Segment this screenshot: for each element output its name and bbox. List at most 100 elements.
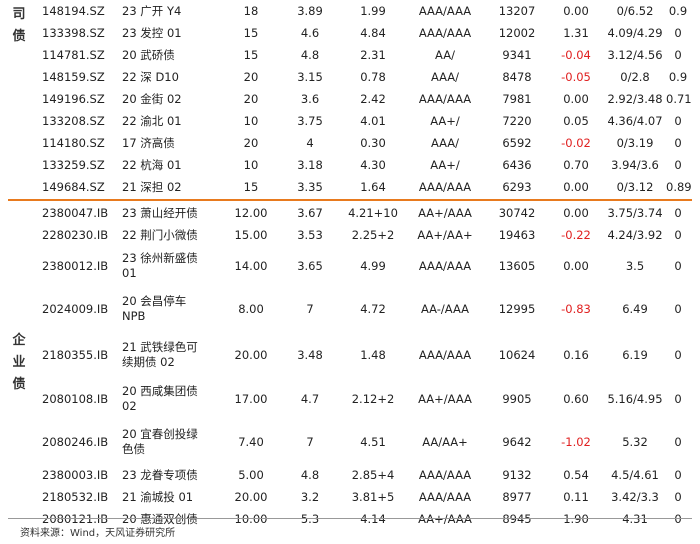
weight-cell: 0 xyxy=(674,205,682,220)
volume-cell: 30742 xyxy=(498,205,536,220)
rating-cell: AAA/ xyxy=(430,69,460,84)
volume-cell: 6436 xyxy=(502,157,532,172)
table-row: 2280230.IB 22 荆门小微债 15.00 3.53 2.25+2 AA+/AA+… xyxy=(38,224,690,246)
change-cell: 0.70 xyxy=(563,157,589,172)
bond-code-cell: 2380012.IB xyxy=(42,258,109,273)
rating-cell: AA/ xyxy=(435,47,455,62)
term-cell: 15.00 xyxy=(234,227,268,242)
term-cell: 10.00 xyxy=(234,511,268,526)
weight-cell: 0 xyxy=(674,258,682,273)
remaining-term-cell: 4.14 xyxy=(360,511,386,526)
bond-name-cell: 20 宜春创投绿 色债 xyxy=(122,427,198,456)
change-cell: 0.00 xyxy=(563,258,589,273)
valuation-cell: 4.24/3.92 xyxy=(607,227,663,242)
weight-cell: 0 xyxy=(674,25,682,40)
rating-cell: AA-/AAA xyxy=(420,301,470,316)
bond-code-cell: 2380047.IB xyxy=(42,205,109,220)
volume-cell: 9132 xyxy=(502,467,532,482)
valuation-cell: 0/2.8 xyxy=(620,69,650,84)
remaining-term-cell: 3.81+5 xyxy=(351,489,395,504)
table-row: 2024009.IB 20 会昌停车 NPB 8.00 7 4.72 AA-/AAA 1299… xyxy=(38,286,690,332)
remaining-term-cell: 0.30 xyxy=(360,135,386,150)
bottom-bond-table: 2380047.IB 23 萧山经开债 12.00 3.67 4.21+10 AA+/AA… xyxy=(38,202,690,530)
weight-cell: 0 xyxy=(674,511,682,526)
bond-code-cell: 133208.SZ xyxy=(42,113,105,128)
weight-cell: 0.71 xyxy=(666,91,692,106)
remaining-term-cell: 1.99 xyxy=(360,3,386,18)
coupon-cell: 4.7 xyxy=(300,391,320,406)
table-row: 148194.SZ 23 广开 Y4 18 3.89 1.99 AAA/AAA 13207 0… xyxy=(38,0,690,22)
term-cell: 5.00 xyxy=(238,467,264,482)
change-cell: 0.00 xyxy=(563,179,589,194)
group-label-top: 司债 xyxy=(12,7,26,44)
rating-cell: AA+/AAA xyxy=(418,391,472,406)
weight-cell: 0 xyxy=(674,434,682,449)
valuation-cell: 3.42/3.3 xyxy=(611,489,659,504)
weight-cell: 0 xyxy=(674,467,682,482)
valuation-cell: 2.92/3.48 xyxy=(607,91,663,106)
term-cell: 7.40 xyxy=(238,434,264,449)
valuation-cell: 5.32 xyxy=(622,434,648,449)
volume-cell: 6293 xyxy=(502,179,532,194)
valuation-cell: 6.49 xyxy=(622,301,648,316)
term-cell: 12.00 xyxy=(234,205,268,220)
bond-code-cell: 114781.SZ xyxy=(42,47,105,62)
volume-cell: 12002 xyxy=(498,25,536,40)
bond-name-cell: 23 广开 Y4 xyxy=(122,3,182,18)
bond-code-cell: 133259.SZ xyxy=(42,157,105,172)
table-row: 2180355.IB 21 武铁绿色可 续期债 02 20.00 3.48 1.48 AAA… xyxy=(38,332,690,378)
bond-code-cell: 149196.SZ xyxy=(42,91,105,106)
term-cell: 14.00 xyxy=(234,258,268,273)
rating-cell: AA+/AAA xyxy=(418,511,472,526)
bond-name-cell: 17 济高债 xyxy=(122,135,175,150)
table-row: 2380003.IB 23 龙眷专项债 5.00 4.8 2.85+4 AAA/AAA 91… xyxy=(38,464,690,486)
term-cell: 10 xyxy=(243,113,259,128)
table-row: 149196.SZ 20 金街 02 20 3.6 2.42 AAA/AAA 7981 0.0… xyxy=(38,88,692,110)
change-cell: 0.54 xyxy=(563,467,589,482)
coupon-cell: 3.18 xyxy=(297,157,323,172)
bond-code-cell: 2180355.IB xyxy=(42,347,109,362)
weight-cell: 0 xyxy=(674,391,682,406)
term-cell: 17.00 xyxy=(234,391,268,406)
remaining-term-cell: 4.30 xyxy=(360,157,386,172)
rating-cell: AAA/AAA xyxy=(418,489,472,504)
valuation-cell: 4.31 xyxy=(622,511,648,526)
weight-cell: 0.9 xyxy=(668,69,688,84)
weight-cell: 0 xyxy=(674,157,682,172)
term-cell: 20.00 xyxy=(234,489,268,504)
valuation-cell: 0/6.52 xyxy=(616,3,654,18)
table-row: 114180.SZ 17 济高债 20 4 0.30 AAA/6592 -0.02 0/3.1… xyxy=(38,132,690,154)
weight-cell: 0.9 xyxy=(668,3,688,18)
weight-cell: 0 xyxy=(674,227,682,242)
bond-code-cell: 148194.SZ xyxy=(42,3,105,18)
term-cell: 15 xyxy=(243,179,259,194)
volume-cell: 10624 xyxy=(498,347,536,362)
remaining-term-cell: 2.12+2 xyxy=(351,391,395,406)
volume-cell: 12995 xyxy=(498,301,536,316)
change-cell: -0.04 xyxy=(561,47,591,62)
weight-cell: 0 xyxy=(674,113,682,128)
volume-cell: 7981 xyxy=(502,91,532,106)
bond-name-cell: 22 杭海 01 xyxy=(122,157,182,172)
change-cell: 0.00 xyxy=(563,205,589,220)
rating-cell: AA+/AAA xyxy=(418,205,472,220)
term-cell: 20 xyxy=(243,135,259,150)
bond-name-cell: 20 金街 02 xyxy=(122,91,182,106)
volume-cell: 6592 xyxy=(502,135,532,150)
remaining-term-cell: 4.51 xyxy=(360,434,386,449)
bond-name-cell: 21 渝城投 01 xyxy=(122,489,194,504)
term-cell: 8.00 xyxy=(238,301,264,316)
table-row: 2080108.IB 20 西咸集团债 02 17.00 4.7 2.12+2 AA+/AA… xyxy=(38,378,690,420)
change-cell: 0.05 xyxy=(563,113,589,128)
bond-name-cell: 20 西咸集团债 02 xyxy=(122,384,198,413)
remaining-term-cell: 4.21+10 xyxy=(348,205,398,220)
change-cell: 0.11 xyxy=(563,489,589,504)
rating-cell: AAA/AAA xyxy=(418,347,472,362)
term-cell: 10 xyxy=(243,157,259,172)
table-bottom-rule xyxy=(8,518,692,519)
bond-name-cell: 22 渝北 01 xyxy=(122,113,182,128)
change-cell: -0.02 xyxy=(561,135,591,150)
bond-code-cell: 148159.SZ xyxy=(42,69,105,84)
coupon-cell: 7 xyxy=(306,434,314,449)
remaining-term-cell: 2.85+4 xyxy=(351,467,395,482)
